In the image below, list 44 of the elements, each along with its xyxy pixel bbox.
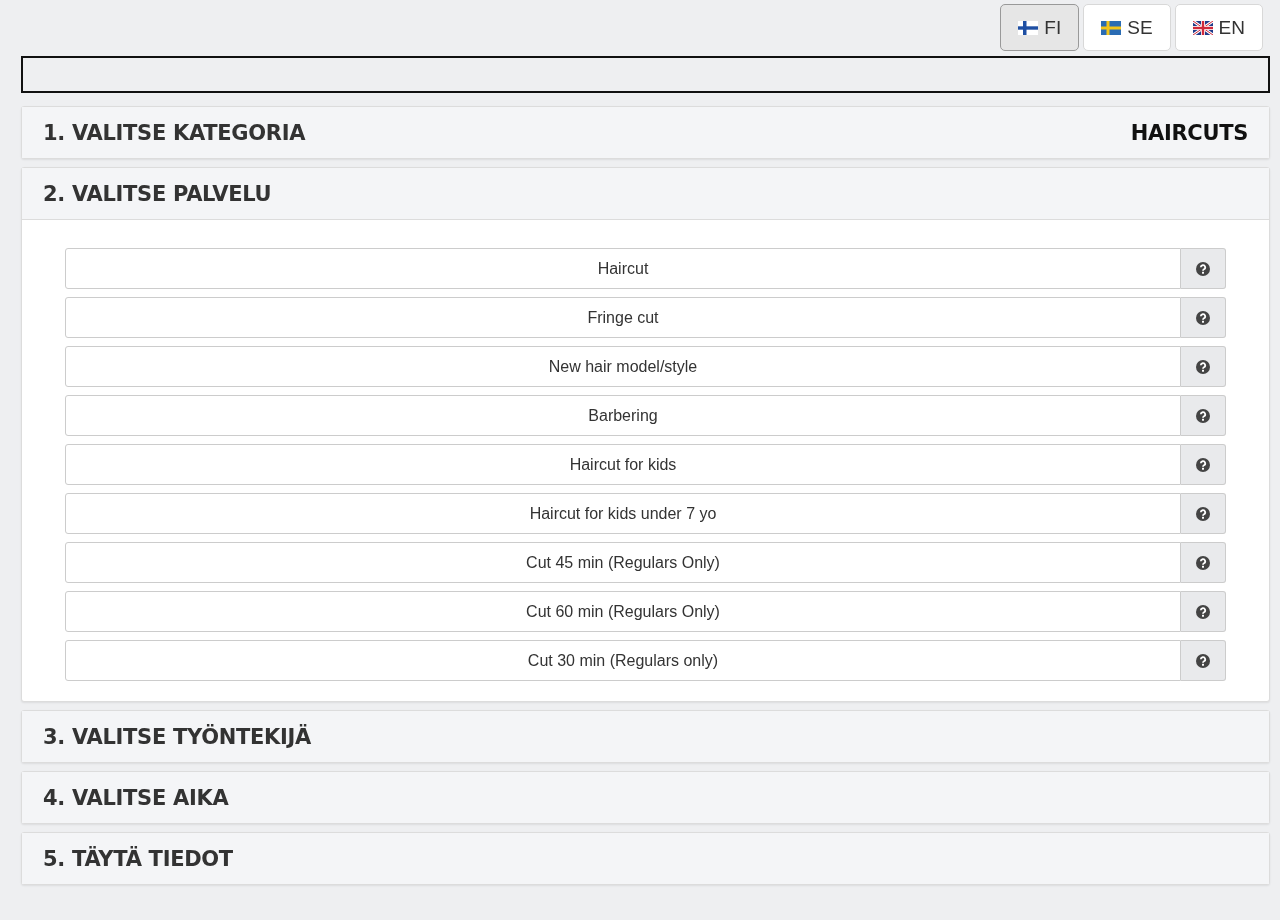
help-button[interactable] [1181,640,1226,681]
help-icon [1196,555,1210,570]
flag-icon [1192,20,1213,35]
flag-icon [1101,20,1122,35]
flag-icon [1018,20,1039,35]
service-option[interactable]: Haircut for kids [65,444,1181,485]
help-icon [1196,506,1210,521]
help-button[interactable] [1181,493,1226,534]
help-button[interactable] [1181,346,1226,387]
service-option[interactable]: Haircut [65,248,1181,289]
section-title: 2. VALITSE PALVELU [43,181,272,206]
section-header[interactable]: 2. VALITSE PALVELU [22,168,1269,220]
help-icon [1196,653,1210,668]
help-icon [1196,408,1210,423]
section-header[interactable]: 1. VALITSE KATEGORIA HAIRCUTS [22,107,1269,158]
section-title: 1. VALITSE KATEGORIA [43,120,306,145]
language-button[interactable]: SE [1083,4,1171,51]
help-icon [1196,457,1210,472]
section-title: 3. VALITSE TYÖNTEKIJÄ [43,724,311,749]
section-title: 5. TÄYTÄ TIEDOT [43,846,233,871]
service-option[interactable]: Barbering [65,395,1181,436]
section-title: 4. VALITSE AIKA [43,785,229,810]
help-button[interactable] [1181,248,1226,289]
service-option[interactable]: New hair model/style [65,346,1181,387]
help-button[interactable] [1181,444,1226,485]
help-button[interactable] [1181,297,1226,338]
help-button[interactable] [1181,395,1226,436]
help-button[interactable] [1181,542,1226,583]
help-icon [1196,359,1210,374]
language-button[interactable]: EN [1174,4,1263,51]
help-icon [1196,261,1210,276]
service-option[interactable]: Cut 60 min (Regulars Only) [65,591,1181,632]
service-option[interactable]: Cut 45 min (Regulars Only) [65,542,1181,583]
service-option[interactable]: Haircut for kids under 7 yo [65,493,1181,534]
service-option[interactable]: Fringe cut [65,297,1181,338]
selected-category: HAIRCUTS [1130,120,1248,145]
language-button[interactable]: FI [1000,4,1080,51]
help-icon [1196,310,1210,325]
section-header[interactable]: 5. TÄYTÄ TIEDOT [22,833,1269,884]
help-icon [1196,604,1210,619]
section-header[interactable]: 4. VALITSE AIKA [22,772,1269,823]
section-header[interactable]: 3. VALITSE TYÖNTEKIJÄ [22,711,1269,762]
service-option[interactable]: Cut 30 min (Regulars only) [65,640,1181,681]
help-button[interactable] [1181,591,1226,632]
